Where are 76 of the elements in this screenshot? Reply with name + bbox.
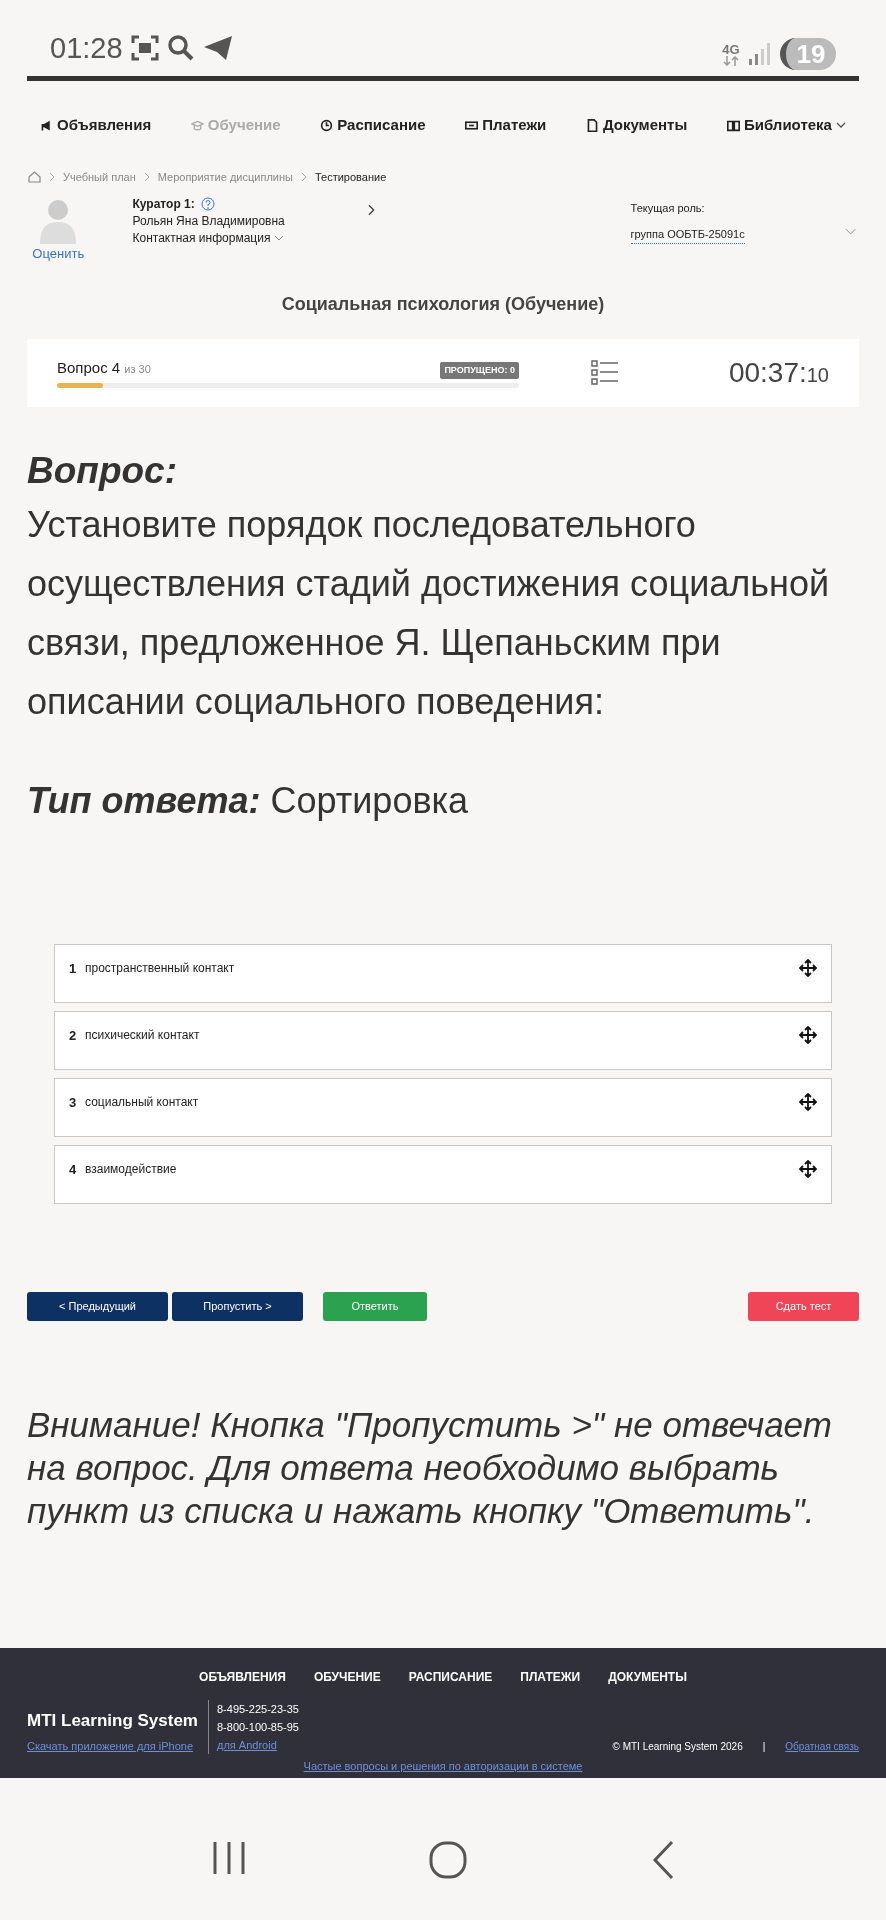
help-icon[interactable] bbox=[200, 197, 215, 211]
item-text: пространственный контакт bbox=[85, 959, 235, 977]
item-number: 3 bbox=[69, 1093, 78, 1112]
ticket-icon bbox=[465, 118, 479, 132]
role-label: Текущая роль: bbox=[630, 200, 706, 216]
footer-link[interactable]: ДОКУМЕНТЫ bbox=[608, 1668, 687, 1686]
action-button[interactable]: < Предыдущий bbox=[27, 1291, 168, 1321]
nav-link[interactable]: Расписание bbox=[320, 113, 426, 137]
copyright: © MTI Learning System 2026 bbox=[612, 1740, 743, 1754]
sortable-item[interactable]: 1 пространственный контакт bbox=[54, 943, 832, 1003]
action-button[interactable]: Пропустить > bbox=[172, 1291, 303, 1321]
item-number: 1 bbox=[69, 959, 78, 978]
separator: | bbox=[762, 1740, 766, 1754]
question-text: Установите порядок последовательного осуществления стадий достижения социальной связи, предложенное Я. Щепаньским при описании социального поведения: bbox=[27, 502, 831, 724]
data-arrows-icon bbox=[722, 55, 740, 66]
clock-icon bbox=[320, 118, 334, 132]
paper-plane-icon bbox=[202, 35, 233, 62]
iphone-app-link[interactable]: Скачать приложение для iPhone bbox=[27, 1737, 198, 1754]
screenshot-icon bbox=[130, 35, 159, 62]
sortable-item[interactable]: 3 социальный контакт bbox=[54, 1077, 832, 1137]
breadcrumb-link[interactable]: Учебный план bbox=[63, 169, 136, 186]
status-time: 01:28 bbox=[50, 30, 123, 66]
phone-number: 8-495-225-23-35 bbox=[217, 1702, 299, 1717]
item-text: социальный контакт bbox=[85, 1093, 199, 1111]
contact-info-link[interactable]: Контактная информация bbox=[132, 229, 369, 247]
feedback-link[interactable]: Обратная связь bbox=[785, 1739, 859, 1754]
phone-number: 8-800-100-85-95 bbox=[217, 1720, 299, 1735]
item-text: взаимодействие bbox=[85, 1160, 177, 1178]
move-handle-icon[interactable] bbox=[799, 1025, 817, 1044]
item-number: 4 bbox=[69, 1160, 78, 1179]
megaphone-icon bbox=[40, 118, 53, 132]
answer-type: Тип ответа: Сортировка bbox=[27, 778, 470, 823]
curator-label: Куратор 1: bbox=[132, 195, 195, 213]
question-heading: Вопрос: bbox=[27, 448, 179, 493]
move-handle-icon[interactable] bbox=[799, 1092, 817, 1111]
breadcrumb-link[interactable]: Тестирование bbox=[314, 169, 387, 186]
role-select[interactable]: группа ООБТБ-25091с bbox=[630, 226, 745, 244]
skipped-badge: ПРОПУЩЕНО: 0 bbox=[440, 361, 519, 380]
nav-link[interactable]: Документы bbox=[585, 113, 688, 137]
nav-link[interactable]: Объявления bbox=[40, 113, 152, 137]
signal-icon bbox=[748, 42, 772, 66]
footer-link[interactable]: РАСПИСАНИЕ bbox=[408, 1668, 493, 1686]
android-app-link[interactable]: для Android bbox=[217, 1736, 299, 1754]
footer-link[interactable]: ПЛАТЕЖИ bbox=[520, 1668, 581, 1686]
chevron-right-icon bbox=[143, 172, 150, 183]
chevron-right-icon bbox=[49, 172, 55, 183]
home-icon[interactable] bbox=[28, 171, 41, 184]
page-title: Социальная психология (Обучение) bbox=[280, 292, 606, 316]
chevron-right-icon[interactable] bbox=[368, 203, 376, 216]
action-button[interactable]: Сдать тест bbox=[748, 1291, 859, 1321]
sortable-item[interactable]: 2 психический контакт bbox=[54, 1010, 832, 1070]
book-icon bbox=[726, 118, 740, 132]
nav-link[interactable]: Библиотека bbox=[726, 113, 846, 137]
footer-link[interactable]: ОБУЧЕНИЕ bbox=[313, 1668, 381, 1686]
document-icon bbox=[585, 118, 599, 132]
chevron-right-icon bbox=[300, 172, 307, 183]
item-number: 2 bbox=[69, 1026, 78, 1045]
faq-link[interactable]: Частые вопросы и решения по авторизации в системе bbox=[303, 1758, 583, 1775]
timer: 00:37:10 bbox=[728, 355, 829, 390]
sortable-item[interactable]: 4 взаимодействие bbox=[54, 1144, 832, 1204]
graduation-cap-icon bbox=[190, 118, 204, 132]
curator-name: Рольян Яна Владимировна bbox=[132, 212, 286, 230]
chevron-down-icon bbox=[274, 234, 285, 242]
battery-indicator: 19 bbox=[780, 38, 836, 70]
question-list-icon[interactable] bbox=[591, 359, 619, 386]
question-counter: Вопрос 4 из 30 bbox=[57, 357, 151, 378]
footer-link[interactable]: ОБЪЯВЛЕНИЯ bbox=[199, 1668, 286, 1686]
search-icon bbox=[166, 34, 195, 63]
move-handle-icon[interactable] bbox=[799, 1159, 817, 1178]
brand-name: MTI Learning System bbox=[27, 1710, 198, 1732]
warning-text: Внимание! Кнопка "Пропустить >" не отвечает на вопрос. Для ответа необходимо выбрать пункт из списка и нажать кнопку "Ответить". bbox=[26, 1403, 833, 1532]
move-handle-icon[interactable] bbox=[799, 958, 817, 977]
item-text: психический контакт bbox=[85, 1026, 200, 1044]
rate-link[interactable]: Оценить bbox=[32, 243, 85, 263]
nav-link[interactable]: Платежи bbox=[465, 113, 547, 137]
network-type: 4G bbox=[722, 42, 740, 56]
